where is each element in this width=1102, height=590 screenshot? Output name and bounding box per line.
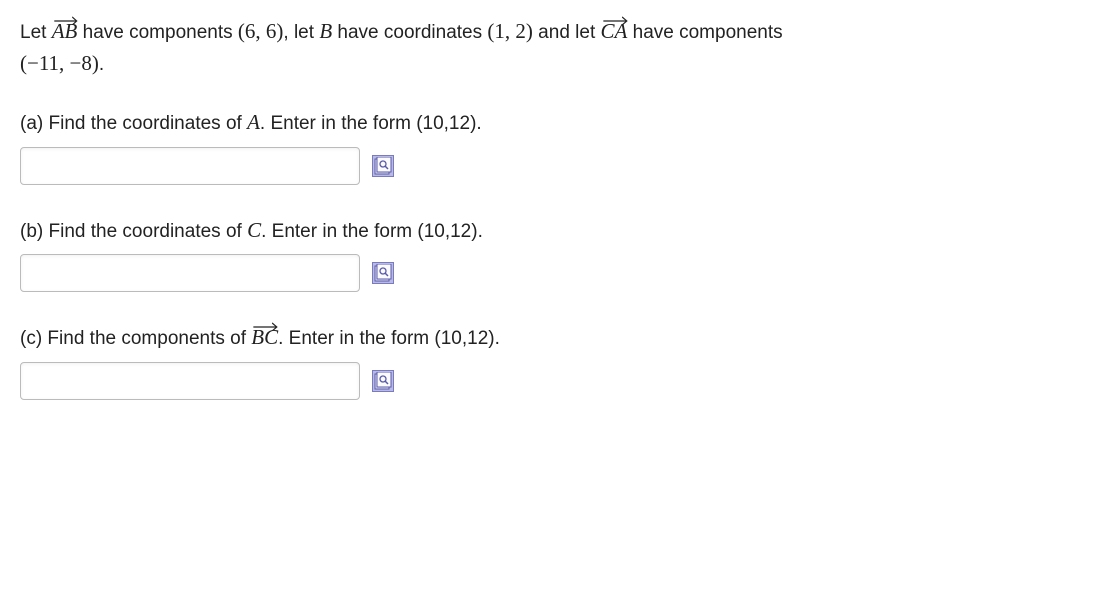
question-b-prefix: (b) Find the coordinates of: [20, 221, 247, 242]
question-a: (a) Find the coordinates of A. Enter in …: [20, 107, 1082, 185]
vector-bc-label: BC: [251, 325, 278, 349]
vector-ab: AB: [52, 16, 78, 48]
question-a-suffix: . Enter in the form (10,12).: [260, 113, 482, 134]
question-b-input[interactable]: [20, 254, 360, 292]
question-b-var: C: [247, 218, 261, 242]
question-a-answer-row: [20, 147, 1082, 185]
question-a-input[interactable]: [20, 147, 360, 185]
question-c-prefix: (c) Find the components of: [20, 328, 251, 349]
ca-components-value: (−11, −8): [20, 51, 99, 75]
intro-have-components: have components: [77, 22, 238, 43]
vector-ab-label: AB: [52, 19, 78, 43]
intro-let-b: , let: [283, 22, 319, 43]
question-b-answer-row: [20, 254, 1082, 292]
ab-components-value: (6, 6): [238, 19, 284, 43]
intro-let: Let: [20, 22, 52, 43]
question-c: (c) Find the components of BC . Enter in…: [20, 322, 1082, 400]
question-c-suffix: . Enter in the form (10,12).: [278, 328, 500, 349]
question-a-label: (a) Find the coordinates of A. Enter in …: [20, 107, 1082, 139]
vector-bc: BC: [251, 322, 278, 354]
arrow-over-icon: [602, 6, 629, 16]
question-c-label: (c) Find the components of BC . Enter in…: [20, 322, 1082, 354]
problem-intro: Let AB have components (6, 6), let B hav…: [20, 16, 1082, 79]
intro-and-let: and let: [533, 22, 601, 43]
b-variable: B: [319, 19, 332, 43]
arrow-over-icon: [252, 312, 279, 322]
intro-have-coords: have coordinates: [332, 22, 487, 43]
preview-icon[interactable]: [372, 370, 394, 392]
question-a-var: A: [247, 110, 260, 134]
vector-ca-label: CA: [601, 19, 628, 43]
b-coords-value: (1, 2): [487, 19, 533, 43]
question-c-input[interactable]: [20, 362, 360, 400]
question-b-label: (b) Find the coordinates of C. Enter in …: [20, 215, 1082, 247]
intro-have-components2: have components: [627, 22, 782, 43]
vector-ca: CA: [601, 16, 628, 48]
preview-icon[interactable]: [372, 155, 394, 177]
preview-icon[interactable]: [372, 262, 394, 284]
question-b-suffix: . Enter in the form (10,12).: [261, 221, 483, 242]
question-c-answer-row: [20, 362, 1082, 400]
question-a-prefix: (a) Find the coordinates of: [20, 113, 247, 134]
arrow-over-icon: [53, 6, 79, 16]
question-b: (b) Find the coordinates of C. Enter in …: [20, 215, 1082, 293]
intro-period: .: [99, 54, 104, 75]
